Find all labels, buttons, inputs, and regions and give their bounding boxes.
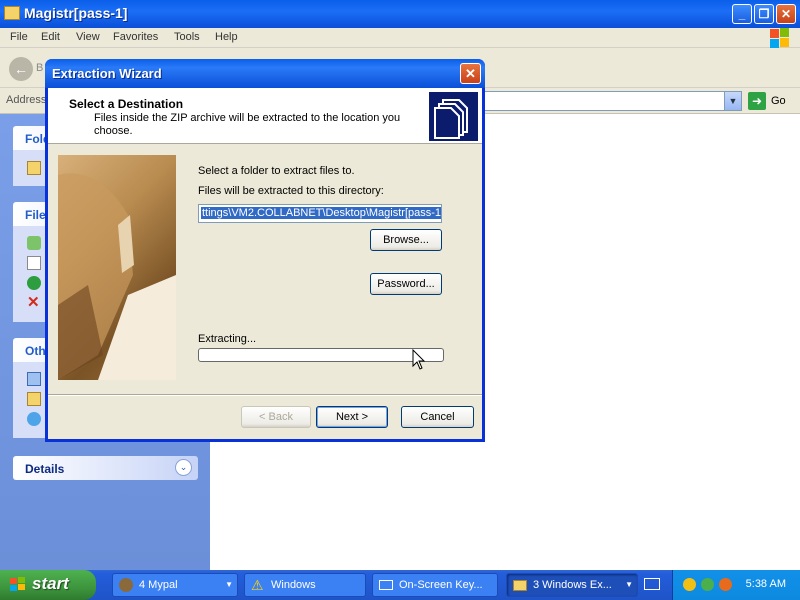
documents-icon[interactable] <box>27 392 41 406</box>
task-label: Windows <box>271 579 316 591</box>
rename-icon[interactable] <box>27 236 41 250</box>
start-label: start <box>32 574 69 593</box>
wizard-side-image <box>58 155 176 380</box>
copy-icon[interactable] <box>27 256 41 270</box>
system-tray: 5:38 AM <box>672 570 800 600</box>
task-label: 3 Windows Ex... <box>533 579 612 591</box>
address-input[interactable] <box>470 91 742 111</box>
menu-file[interactable]: File <box>10 31 28 43</box>
destination-path-input[interactable]: ttings\VM2.COLLABNET\Desktop\Magistr[pas… <box>198 204 442 223</box>
keyboard-icon <box>379 580 393 590</box>
panel-title: Oth <box>25 344 46 358</box>
extraction-progress-bar <box>198 348 444 362</box>
delete-icon[interactable]: ✕ <box>27 295 41 310</box>
menu-view[interactable]: View <box>76 31 100 43</box>
go-button[interactable]: Go <box>771 95 786 107</box>
taskbar-item-onscreen-keyboard[interactable]: On-Screen Key... <box>372 573 498 597</box>
progress-label: Extracting... <box>198 333 257 345</box>
address-dropdown-icon[interactable]: ▼ <box>724 91 742 111</box>
chevron-down-icon[interactable]: ⌄ <box>175 459 192 476</box>
group-arrow-icon: ▼ <box>625 580 633 589</box>
task-label: 4 Mypal <box>139 579 178 591</box>
details-header[interactable]: Details ⌄ <box>13 456 198 480</box>
button-separator <box>48 394 482 396</box>
wizard-step-title: Select a Destination <box>69 97 184 111</box>
close-button[interactable]: ✕ <box>776 4 796 24</box>
back-arrow-icon[interactable]: ← <box>9 57 33 81</box>
mypal-icon <box>119 578 133 592</box>
password-button[interactable]: Password... <box>370 273 442 295</box>
network-icon[interactable] <box>27 412 41 426</box>
destination-path-text: ttings\VM2.COLLABNET\Desktop\Magistr[pas… <box>201 207 441 219</box>
details-title: Details <box>25 462 65 476</box>
taskbar-item-windows[interactable]: ⚠ Windows <box>244 573 366 597</box>
extraction-wizard-dialog: Extraction Wizard ✕ Select a Destination… <box>45 59 485 442</box>
taskbar-item-mypal[interactable]: 4 Mypal ▼ <box>112 573 238 597</box>
group-arrow-icon: ▼ <box>225 580 233 589</box>
warning-icon: ⚠ <box>251 577 264 593</box>
taskbar-item-windows-explorer[interactable]: 3 Windows Ex... ▼ <box>506 573 638 597</box>
next-button[interactable]: Next > <box>316 406 388 428</box>
wizard-header: Select a Destination Files inside the ZI… <box>48 88 482 144</box>
dialog-close-button[interactable]: ✕ <box>460 63 481 84</box>
maximize-button[interactable]: ❐ <box>754 4 774 24</box>
back-button[interactable]: < Back <box>241 406 311 428</box>
dialog-titlebar: Extraction Wizard ✕ <box>45 59 485 88</box>
publish-icon[interactable] <box>27 276 41 290</box>
minimize-button[interactable]: _ <box>732 4 752 24</box>
menu-help[interactable]: Help <box>215 31 238 43</box>
address-label: Address <box>6 94 47 106</box>
search-icon[interactable] <box>719 578 732 591</box>
windows-flag-icon <box>10 577 25 591</box>
directory-label: Files will be extracted to this director… <box>198 185 384 197</box>
task-label: On-Screen Key... <box>399 579 483 591</box>
desktop-icon[interactable] <box>27 372 41 386</box>
explorer-titlebar: Magistr[pass-1] _ ❐ ✕ <box>0 0 800 28</box>
dialog-title: Extraction Wizard <box>52 66 162 81</box>
browse-button[interactable]: Browse... <box>370 229 442 251</box>
menu-tools[interactable]: Tools <box>174 31 200 43</box>
folders-stack-icon <box>429 92 478 141</box>
panel-title: File <box>25 208 46 222</box>
menu-edit[interactable]: Edit <box>41 31 60 43</box>
clock: 5:38 AM <box>745 578 786 590</box>
windows-logo-icon <box>770 28 790 48</box>
language-bar-icon[interactable] <box>644 578 660 590</box>
wizard-step-subtitle: Files inside the ZIP archive will be ext… <box>94 112 401 137</box>
folder-icon[interactable] <box>27 161 41 175</box>
network-icon[interactable] <box>701 578 714 591</box>
mouse-cursor-icon <box>412 349 426 370</box>
prompt-label: Select a folder to extract files to. <box>198 165 355 177</box>
folder-icon <box>4 6 20 20</box>
cancel-button[interactable]: Cancel <box>401 406 474 428</box>
go-arrow-icon[interactable]: ➜ <box>748 92 766 110</box>
window-title: Magistr[pass-1] <box>24 5 128 21</box>
security-shield-icon[interactable] <box>683 578 696 591</box>
menu-favorites[interactable]: Favorites <box>113 31 158 43</box>
folder-icon <box>513 580 527 591</box>
start-button[interactable]: start <box>0 570 96 600</box>
menu-bar: File Edit View Favorites Tools Help <box>0 28 800 48</box>
taskbar: start 4 Mypal ▼ ⚠ Windows On-Screen Key.… <box>0 570 800 600</box>
back-label[interactable]: B <box>36 62 43 74</box>
